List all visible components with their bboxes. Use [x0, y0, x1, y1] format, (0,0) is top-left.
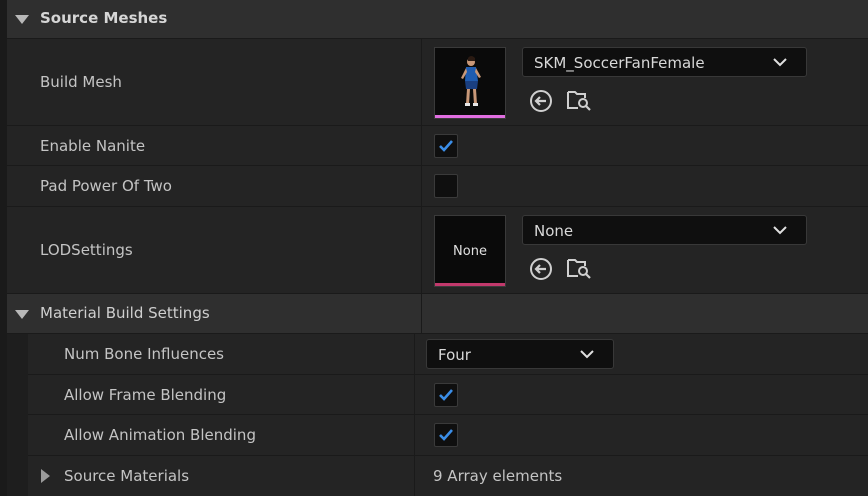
num-bone-influences-combo[interactable]: Four	[426, 339, 614, 369]
combo-value: Four	[438, 346, 471, 364]
column-divider[interactable]	[414, 415, 415, 455]
category-title: Source Meshes	[40, 9, 168, 27]
property-label: Build Mesh	[40, 73, 122, 91]
column-divider[interactable]	[421, 39, 422, 125]
property-label: Source Materials	[64, 467, 190, 485]
property-row-allow-frame-blending: Allow Frame Blending	[28, 375, 868, 415]
category-source-meshes[interactable]: Source Meshes	[7, 0, 868, 39]
collapse-arrow-icon[interactable]	[15, 310, 29, 319]
lod-settings-combo[interactable]: None	[522, 215, 807, 245]
property-row-source-materials[interactable]: Source Materials 9 Array elements	[28, 456, 868, 496]
asset-type-color-bar	[435, 283, 505, 286]
property-label: LODSettings	[40, 241, 133, 259]
array-element-count: 9 Array elements	[433, 467, 563, 485]
allow-animation-blending-checkbox[interactable]	[434, 423, 458, 447]
collapse-arrow-icon[interactable]	[15, 15, 29, 24]
browse-asset-icon[interactable]	[566, 254, 592, 280]
column-divider[interactable]	[414, 375, 415, 414]
panel-left-gutter	[0, 0, 7, 496]
pad-power-of-two-checkbox[interactable]	[434, 174, 458, 198]
combo-value: None	[534, 222, 574, 240]
enable-nanite-checkbox[interactable]	[434, 134, 458, 158]
property-label: Allow Frame Blending	[64, 386, 227, 404]
checkmark-icon	[439, 140, 453, 152]
column-divider[interactable]	[421, 207, 422, 293]
column-divider[interactable]	[421, 294, 422, 333]
category-title: Material Build Settings	[40, 304, 210, 322]
property-label: Pad Power Of Two	[40, 177, 172, 195]
property-row-enable-nanite: Enable Nanite	[7, 126, 868, 166]
expand-arrow-icon[interactable]	[41, 469, 50, 483]
property-row-allow-animation-blending: Allow Animation Blending	[28, 415, 868, 456]
category-material-build-settings[interactable]: Material Build Settings	[7, 294, 868, 334]
property-row-pad-power-of-two: Pad Power Of Two	[7, 166, 868, 207]
column-divider[interactable]	[414, 456, 415, 496]
allow-frame-blending-checkbox[interactable]	[434, 383, 458, 407]
combo-arrow-icon	[773, 58, 787, 67]
asset-type-color-bar	[435, 115, 505, 118]
property-row-build-mesh: Build Mesh SKM_SoccerFanFemale	[7, 39, 868, 126]
soccer-fan-female-preview	[435, 48, 505, 114]
details-panel: Source Meshes Build Mesh SKM_SoccerFanFe	[0, 0, 868, 496]
combo-arrow-icon	[580, 350, 594, 359]
property-label: Allow Animation Blending	[64, 426, 256, 444]
column-divider[interactable]	[414, 334, 415, 374]
combo-arrow-icon	[773, 226, 787, 235]
checkmark-icon	[439, 429, 453, 441]
use-selected-asset-icon[interactable]	[528, 88, 554, 114]
property-label: Num Bone Influences	[64, 345, 224, 363]
asset-thumbnail[interactable]	[434, 47, 506, 119]
nested-indent-gutter	[7, 334, 28, 496]
property-row-lod-settings: LODSettings None None	[7, 207, 868, 294]
build-mesh-combo[interactable]: SKM_SoccerFanFemale	[522, 47, 807, 77]
combo-value: SKM_SoccerFanFemale	[534, 54, 705, 72]
use-selected-asset-icon[interactable]	[528, 256, 554, 282]
property-row-num-bone-influences: Num Bone Influences Four	[28, 334, 868, 375]
column-divider[interactable]	[421, 126, 422, 165]
asset-thumbnail[interactable]: None	[434, 215, 506, 287]
browse-asset-icon[interactable]	[566, 86, 592, 112]
property-label: Enable Nanite	[40, 137, 146, 155]
checkmark-icon	[439, 389, 453, 401]
thumbnail-none-text: None	[453, 244, 487, 259]
column-divider[interactable]	[421, 166, 422, 206]
